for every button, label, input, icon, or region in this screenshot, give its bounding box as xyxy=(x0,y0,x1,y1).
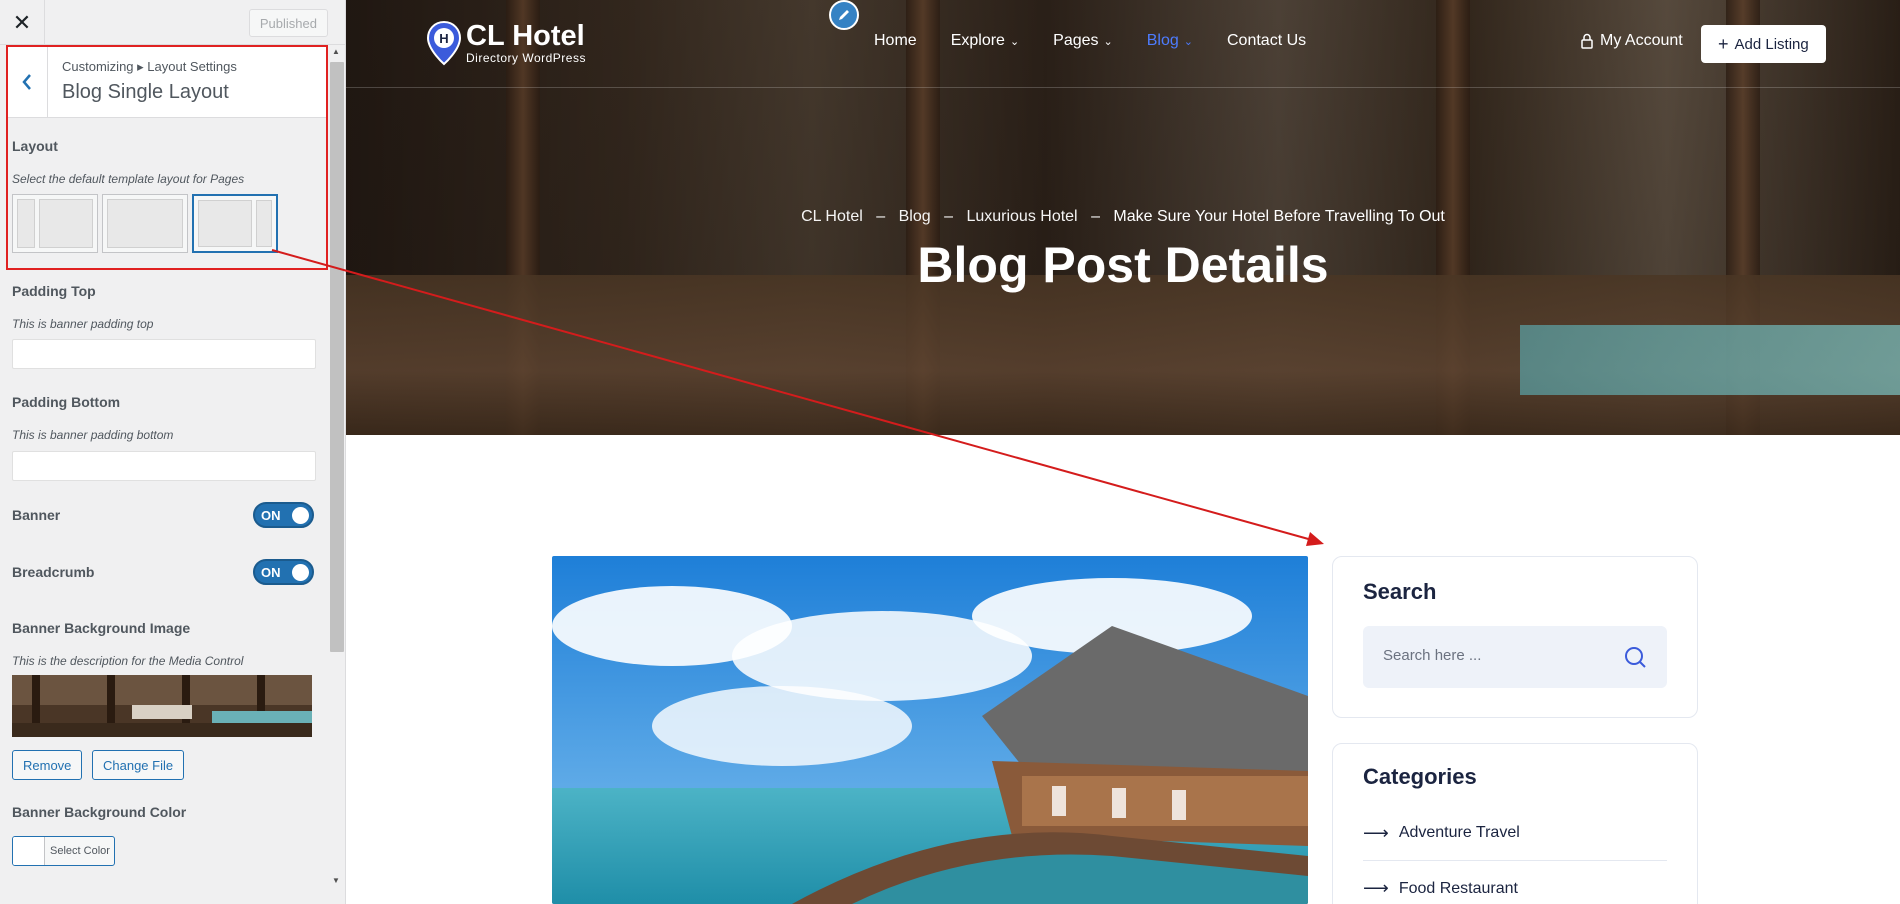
close-icon[interactable]: ✕ xyxy=(0,0,45,45)
breadcrumb-label: Breadcrumb xyxy=(12,564,95,580)
map-pin-icon: H xyxy=(426,20,462,66)
nav-blog[interactable]: Blog ⌄ xyxy=(1147,32,1193,50)
decor-pool xyxy=(1520,325,1900,395)
banner-bg-image-label: Banner Background Image xyxy=(12,620,191,636)
select-color-button[interactable]: Select Color xyxy=(12,836,115,866)
nav-explore-label: Explore xyxy=(950,32,1005,49)
padding-bottom-description: This is banner padding bottom xyxy=(12,428,174,442)
layout-option-left-sidebar[interactable] xyxy=(12,194,98,253)
nav-contact-label: Contact Us xyxy=(1227,32,1307,49)
plus-icon: + xyxy=(1718,33,1729,54)
banner-label: Banner xyxy=(12,507,61,523)
layout-label: Layout xyxy=(12,138,58,154)
back-button[interactable] xyxy=(6,45,48,118)
svg-text:H: H xyxy=(439,31,448,46)
hero-banner: H CL Hotel Directory WordPress Home Expl… xyxy=(346,0,1900,435)
nav-home[interactable]: Home xyxy=(874,32,917,50)
chevron-down-icon: ⌄ xyxy=(1009,35,1020,48)
site-logo[interactable]: H CL Hotel Directory WordPress xyxy=(426,20,586,66)
arrow-right-icon: ⟶ xyxy=(1363,822,1389,843)
logo-name: CL Hotel xyxy=(466,20,585,52)
padding-bottom-input[interactable] xyxy=(12,451,316,481)
logo-tagline: Directory WordPress xyxy=(466,51,586,65)
breadcrumb-category[interactable]: Luxurious Hotel xyxy=(966,208,1077,225)
toggle-knob xyxy=(292,564,309,581)
nav-home-label: Home xyxy=(874,32,917,49)
site-preview: H CL Hotel Directory WordPress Home Expl… xyxy=(346,0,1900,904)
layout-content-block xyxy=(39,199,93,248)
breadcrumb-current: Make Sure Your Hotel Before Travelling T… xyxy=(1113,208,1445,225)
post-featured-image xyxy=(552,556,1308,904)
breadcrumb-toggle-state: ON xyxy=(261,565,281,580)
customizer-breadcrumb: Customizing ▸ Layout Settings xyxy=(62,59,237,74)
lock-icon xyxy=(1581,33,1593,49)
layout-option-right-sidebar[interactable] xyxy=(192,194,278,253)
layout-content-block xyxy=(198,200,252,247)
color-swatch xyxy=(13,837,45,865)
breadcrumb-separator: – xyxy=(944,208,953,225)
page-breadcrumb: CL Hotel – Blog – Luxurious Hotel – Make… xyxy=(346,208,1900,226)
category-label: Food Restaurant xyxy=(1398,879,1518,897)
scroll-up-icon[interactable]: ▲ xyxy=(332,47,340,56)
customizer-panel: ✕ Published Customizing ▸ Layout Setting… xyxy=(0,0,346,904)
category-item[interactable]: ⟶ Food Restaurant xyxy=(1363,861,1667,904)
section-header: Customizing ▸ Layout Settings Blog Singl… xyxy=(6,45,326,118)
layout-option-full-width[interactable] xyxy=(102,194,188,253)
edit-shortcut-pencil-icon[interactable] xyxy=(829,0,859,30)
main-nav: Home Explore ⌄ Pages ⌄ Blog ⌄ Contact Us xyxy=(874,32,1340,50)
breadcrumb-toggle[interactable]: ON xyxy=(253,559,314,585)
chevron-down-icon: ⌄ xyxy=(1103,35,1113,48)
layout-content-block xyxy=(107,199,183,248)
section-title: Blog Single Layout xyxy=(62,81,229,103)
header-divider xyxy=(346,87,1900,88)
publish-button[interactable]: Published xyxy=(248,9,328,37)
my-account-label: My Account xyxy=(1600,32,1683,49)
nav-pages-label: Pages xyxy=(1053,32,1099,49)
search-input[interactable]: Search here ... xyxy=(1363,626,1667,688)
layout-description: Select the default template layout for P… xyxy=(12,172,245,186)
breadcrumb-home[interactable]: CL Hotel xyxy=(801,208,863,225)
breadcrumb-separator: – xyxy=(1091,208,1100,225)
categories-widget-title: Categories xyxy=(1363,764,1477,789)
page-title: Blog Post Details xyxy=(917,237,1329,293)
arrow-right-icon: ⟶ xyxy=(1363,878,1389,898)
chevron-left-icon xyxy=(21,73,31,90)
categories-widget: Categories ⟶ Adventure Travel ⟶ Food Res… xyxy=(1332,743,1698,904)
nav-explore[interactable]: Explore ⌄ xyxy=(951,32,1019,50)
search-icon[interactable] xyxy=(1623,645,1647,674)
category-label: Adventure Travel xyxy=(1398,824,1520,841)
chevron-down-icon: ⌄ xyxy=(1183,35,1193,48)
select-color-label: Select Color xyxy=(50,845,110,857)
nav-contact[interactable]: Contact Us xyxy=(1227,32,1306,50)
scroll-down-icon[interactable]: ▼ xyxy=(332,876,340,885)
banner-bg-image-description: This is the description for the Media Co… xyxy=(12,654,244,668)
category-item[interactable]: ⟶ Adventure Travel xyxy=(1363,806,1667,861)
add-listing-label: Add Listing xyxy=(1734,35,1809,53)
padding-top-description: This is banner padding top xyxy=(12,317,154,331)
search-widget-title: Search xyxy=(1363,579,1437,604)
breadcrumb-separator: – xyxy=(876,208,886,225)
nav-pages[interactable]: Pages ⌄ xyxy=(1053,32,1113,50)
scrollbar-thumb[interactable] xyxy=(330,62,344,652)
toggle-knob xyxy=(292,507,309,524)
my-account-link[interactable]: My Account xyxy=(1580,32,1683,50)
breadcrumb-blog[interactable]: Blog xyxy=(899,208,931,225)
search-placeholder: Search here ... xyxy=(1383,647,1482,664)
remove-image-button[interactable]: Remove xyxy=(12,750,83,780)
add-listing-button[interactable]: + Add Listing xyxy=(1701,25,1826,63)
padding-top-input[interactable] xyxy=(12,339,316,369)
customizer-header: ✕ Published xyxy=(0,0,345,45)
layout-sidebar-block xyxy=(17,199,35,248)
padding-top-label: Padding Top xyxy=(12,283,96,299)
banner-toggle-state: ON xyxy=(261,508,281,523)
layout-sidebar-block xyxy=(256,200,272,247)
search-widget: Search Search here ... xyxy=(1332,556,1698,718)
banner-bg-color-label: Banner Background Color xyxy=(12,804,187,820)
nav-blog-label: Blog xyxy=(1146,32,1179,49)
banner-image-thumbnail xyxy=(12,675,312,737)
padding-bottom-label: Padding Bottom xyxy=(12,394,121,410)
change-file-button[interactable]: Change File xyxy=(92,750,185,780)
banner-toggle[interactable]: ON xyxy=(253,502,314,528)
